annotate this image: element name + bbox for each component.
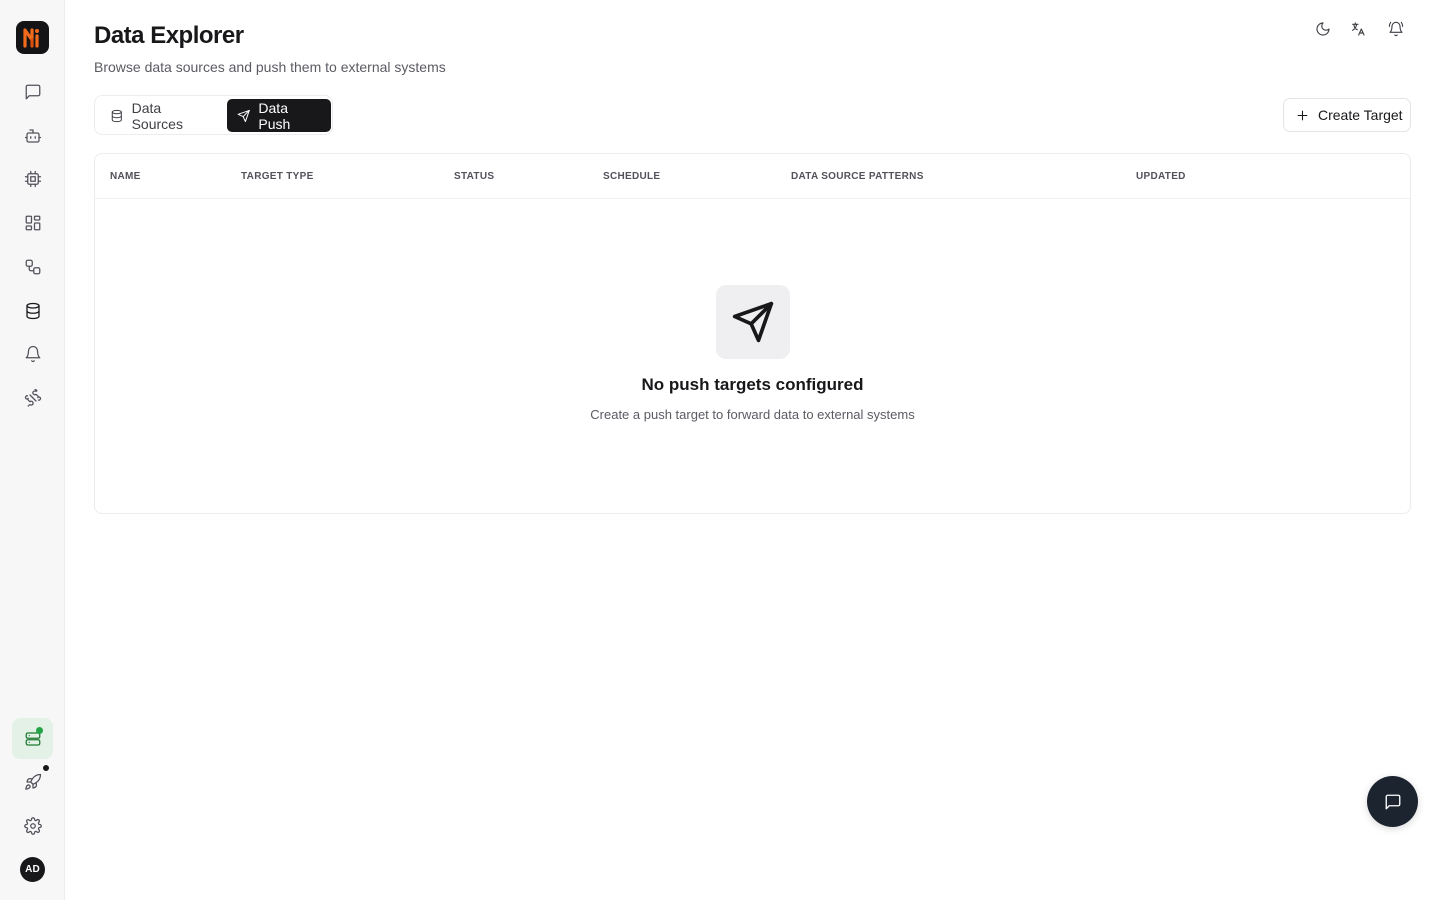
table-header: NAME TARGET TYPE STATUS SCHEDULE DATA SO… xyxy=(95,154,1410,199)
sidebar-item-chat[interactable] xyxy=(12,71,53,112)
column-header-data-source-patterns[interactable]: DATA SOURCE PATTERNS xyxy=(791,171,924,182)
workflow-icon xyxy=(25,259,40,274)
sidebar-item-agents[interactable] xyxy=(12,115,53,156)
message-square-icon xyxy=(25,84,40,99)
notification-dot xyxy=(43,765,49,771)
tab-label: Data Push xyxy=(258,99,291,132)
bell-ring-icon xyxy=(1388,21,1404,37)
moon-icon xyxy=(1316,22,1330,36)
sidebar-item-data[interactable] xyxy=(12,290,53,331)
sidebar-item-models[interactable] xyxy=(12,158,53,199)
database-icon xyxy=(25,302,40,319)
send-icon xyxy=(237,109,250,122)
layout-grid-icon xyxy=(25,215,40,230)
sidebar-item-workflows[interactable] xyxy=(12,246,53,287)
notifications-button[interactable] xyxy=(1386,19,1406,39)
database-icon xyxy=(111,109,122,122)
sidebar-item-plugins[interactable] xyxy=(12,377,53,418)
theme-toggle-button[interactable] xyxy=(1313,19,1333,39)
settings-icon xyxy=(23,816,42,835)
chat-fab-button[interactable] xyxy=(1367,776,1418,827)
sidebar-item-settings[interactable] xyxy=(12,805,53,846)
brand-logo-icon[interactable] xyxy=(16,21,49,54)
view-tabs: Data Sources Data Push xyxy=(94,95,333,135)
column-header-name[interactable]: NAME xyxy=(110,171,141,182)
cpu-icon xyxy=(24,170,41,187)
bell-icon xyxy=(25,345,40,362)
tab-label: Data Sources xyxy=(131,99,183,132)
status-dot xyxy=(36,727,43,734)
column-header-updated[interactable]: UPDATED xyxy=(1136,171,1186,182)
create-target-button[interactable]: Create Target xyxy=(1283,98,1411,132)
sidebar: AD xyxy=(0,0,65,900)
empty-state-icon-box xyxy=(716,285,790,359)
message-square-icon xyxy=(1385,794,1400,809)
rocket-icon xyxy=(24,773,41,790)
sidebar-item-alerts[interactable] xyxy=(12,333,53,374)
tab-data-push[interactable]: Data Push xyxy=(227,99,331,132)
puzzle-icon xyxy=(24,388,41,407)
push-targets-table: NAME TARGET TYPE STATUS SCHEDULE DATA SO… xyxy=(94,153,1411,514)
empty-state-description: Create a push target to forward data to … xyxy=(590,407,915,422)
plus-icon xyxy=(1297,110,1308,120)
empty-state-title: No push targets configured xyxy=(641,375,864,394)
page-subtitle: Browse data sources and push them to ext… xyxy=(94,59,446,75)
column-header-target-type[interactable]: TARGET TYPE xyxy=(241,171,314,182)
column-header-status[interactable]: STATUS xyxy=(454,171,494,182)
avatar[interactable]: AD xyxy=(20,857,45,882)
column-header-schedule[interactable]: SCHEDULE xyxy=(603,171,660,182)
sidebar-item-dashboard[interactable] xyxy=(12,202,53,243)
sidebar-item-status[interactable] xyxy=(12,718,53,759)
tab-data-sources[interactable]: Data Sources xyxy=(99,99,224,132)
send-icon xyxy=(732,301,774,343)
bot-icon xyxy=(24,128,41,143)
page-title: Data Explorer xyxy=(94,22,244,49)
language-button[interactable] xyxy=(1348,19,1368,39)
translate-icon xyxy=(1352,22,1365,36)
sidebar-item-launch[interactable] xyxy=(12,761,53,802)
create-target-label: Create Target xyxy=(1318,107,1403,123)
